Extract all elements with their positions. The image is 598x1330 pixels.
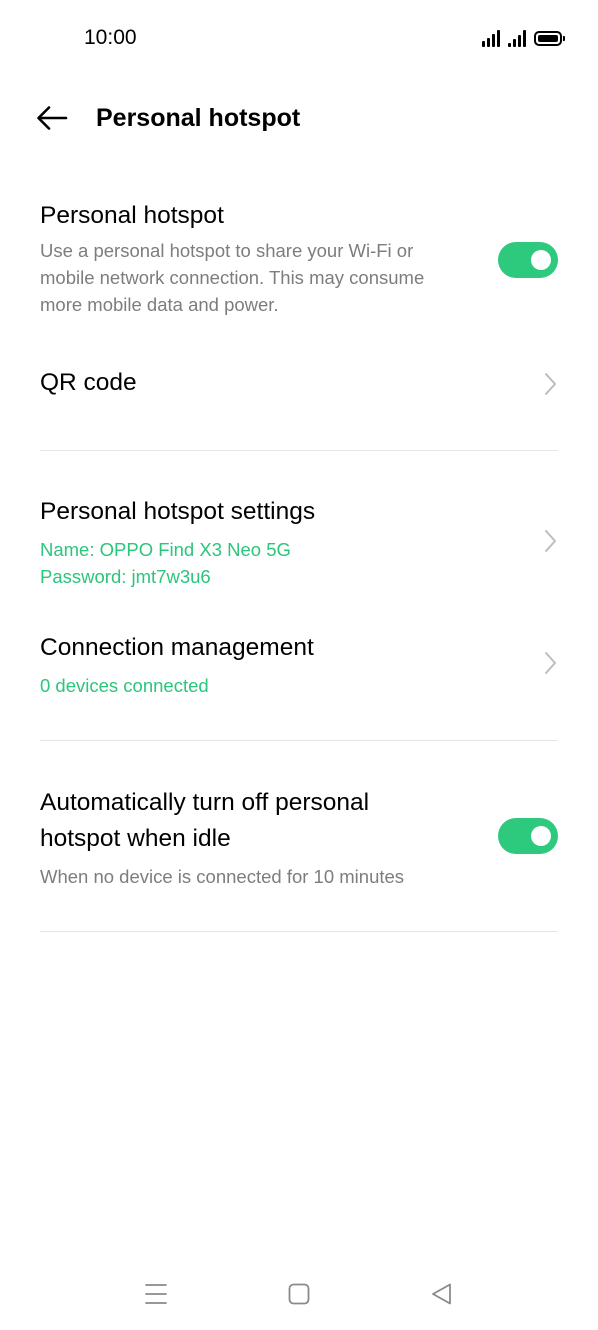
connection-management-title: Connection management [40,634,314,661]
toggle-knob [531,826,551,846]
hotspot-settings-title: Personal hotspot settings [40,498,316,525]
back-button[interactable] [30,100,74,136]
divider [40,931,558,932]
header: Personal hotspot [0,86,598,150]
auto-off-toggle[interactable] [498,818,558,854]
signal-icon [508,29,526,47]
auto-off-row[interactable]: Automatically turn off personal hotspot … [40,785,558,895]
back-triangle-icon [432,1283,451,1305]
devices-connected: 0 devices connected [40,675,209,696]
status-time: 10:00 [84,26,137,49]
hotspot-settings-row[interactable]: Personal hotspot settings Name: OPPO Fin… [40,495,558,595]
menu-button[interactable] [142,1280,170,1308]
hotspot-description-line: mobile network connection. This may cons… [40,267,425,288]
back-nav-button[interactable] [428,1280,456,1308]
qr-code-row[interactable]: QR code [40,366,558,406]
hotspot-toggle[interactable] [498,242,558,278]
hotspot-description-line: Use a personal hotspot to share your Wi-… [40,240,414,261]
toggle-knob [531,250,551,270]
status-icons [482,27,565,47]
hotspot-toggle-row[interactable]: Personal hotspot Use a personal hotspot … [40,199,558,329]
signal-icon [482,29,500,47]
page-title: Personal hotspot [96,104,301,132]
hotspot-description: Use a personal hotspot to share your Wi-… [40,237,480,318]
home-icon [288,1283,310,1305]
chevron-right-icon [545,373,556,395]
auto-off-subtitle: When no device is connected for 10 minut… [40,866,405,887]
hotspot-toggle-title: Personal hotspot [40,202,224,229]
qr-code-title: QR code [40,369,137,396]
connection-management-row[interactable]: Connection management 0 devices connecte… [40,631,558,701]
arrow-left-icon [37,106,68,130]
home-button[interactable] [285,1280,313,1308]
screen: 10:00 Personal hotspot Personal hotspot … [0,0,598,1330]
divider [40,740,558,741]
auto-off-title-line: hotspot when idle [40,825,231,852]
chevron-right-icon [545,652,556,674]
hotspot-description-line: more mobile data and power. [40,294,279,315]
battery-icon [534,31,565,46]
hotspot-name: Name: OPPO Find X3 Neo 5G [40,539,291,560]
auto-off-title-line: Automatically turn off personal [40,789,370,816]
status-bar: 10:00 [0,0,598,76]
chevron-right-icon [545,530,556,552]
menu-icon [145,1284,167,1304]
hotspot-password: Password: jmt7w3u6 [40,566,211,587]
divider [40,450,558,451]
navigation-bar [0,1270,598,1318]
